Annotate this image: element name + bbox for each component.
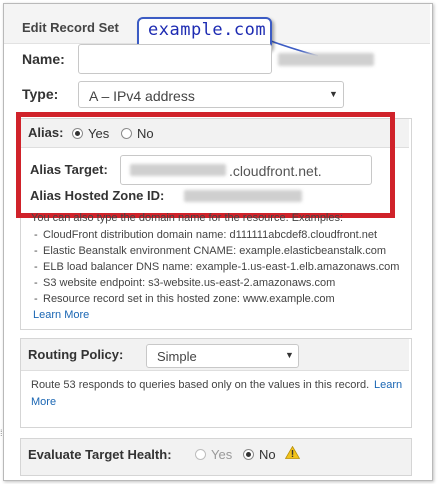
routing-description: Route 53 responds to queries based only … — [31, 379, 370, 391]
routing-policy-label: Routing Policy: — [28, 347, 124, 362]
highlight-box — [16, 112, 395, 218]
name-input[interactable] — [78, 44, 272, 74]
chevron-down-icon: ▼ — [285, 350, 294, 360]
evaluate-yes-radio[interactable] — [195, 449, 206, 460]
bullet-icon: - — [34, 293, 38, 305]
resize-handle-icon[interactable]: ⁞ — [0, 428, 3, 438]
bullet-icon: - — [34, 245, 38, 257]
example-item: Elastic Beanstalk environment CNAME: exa… — [43, 245, 386, 257]
type-select-value: A – IPv4 address — [89, 88, 195, 104]
warning-icon[interactable] — [285, 446, 300, 459]
example-item: S3 website endpoint: s3-website.us-east-… — [43, 277, 336, 289]
callout-text: example.com — [148, 20, 267, 40]
example-item: CloudFront distribution domain name: d11… — [43, 229, 378, 241]
evaluate-no-radio[interactable] — [243, 449, 254, 460]
routing-policy-value: Simple — [157, 349, 197, 364]
name-label: Name: — [22, 51, 65, 67]
routing-learn-more-link[interactable]: Learn — [374, 379, 402, 391]
example-item: ELB load balancer DNS name: example-1.us… — [43, 261, 400, 273]
routing-learn-more-link-continued[interactable]: More — [31, 396, 56, 408]
panel-title: Edit Record Set — [22, 20, 119, 35]
type-label: Type: — [22, 86, 59, 102]
bullet-icon: - — [34, 229, 38, 241]
bullet-icon: - — [34, 277, 38, 289]
alias-help-intro: You can also type the domain name for th… — [31, 212, 344, 224]
name-domain-suffix — [278, 53, 374, 66]
evaluate-no-label[interactable]: No — [259, 447, 276, 462]
evaluate-yes-label[interactable]: Yes — [211, 447, 232, 462]
alias-learn-more-link[interactable]: Learn More — [33, 309, 89, 321]
example-item: Resource record set in this hosted zone:… — [43, 293, 335, 305]
evaluate-health-label: Evaluate Target Health: — [28, 447, 172, 462]
chevron-down-icon: ▼ — [329, 89, 338, 99]
bullet-icon: - — [34, 261, 38, 273]
